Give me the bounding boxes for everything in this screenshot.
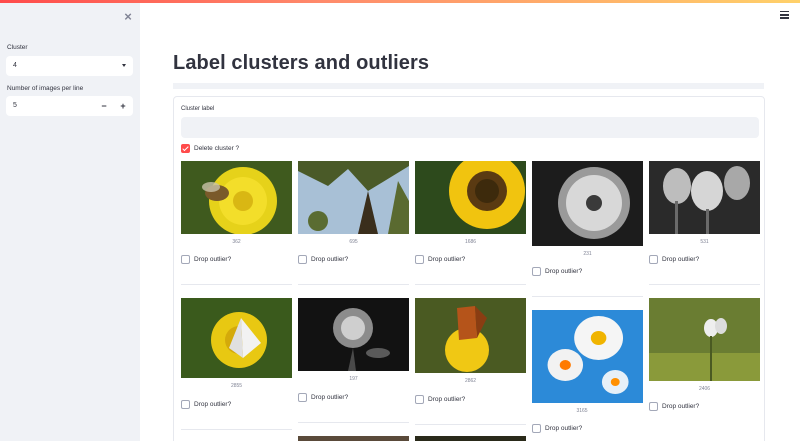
delete-cluster-checkbox[interactable] bbox=[181, 144, 190, 153]
image-id-caption: 197 bbox=[349, 376, 358, 382]
cluster-form: Cluster label Delete cluster ? 362 Drop … bbox=[173, 96, 765, 441]
close-sidebar-button[interactable]: × bbox=[121, 10, 135, 24]
image-id-caption: 2862 bbox=[464, 378, 477, 384]
image-2406 bbox=[649, 298, 760, 381]
caret-down-icon bbox=[122, 64, 126, 67]
image-partial bbox=[298, 436, 409, 441]
divider bbox=[415, 284, 526, 285]
divider bbox=[532, 296, 643, 297]
image-362 bbox=[181, 161, 292, 234]
drop-outlier-label: Drop outlier? bbox=[428, 256, 466, 263]
drop-outlier-checkbox[interactable] bbox=[181, 255, 190, 264]
per-line-label: Number of images per line bbox=[7, 85, 84, 92]
divider bbox=[649, 284, 760, 285]
drop-outlier-checkbox[interactable] bbox=[532, 267, 541, 276]
drop-outlier-label: Drop outlier? bbox=[194, 256, 232, 263]
image-id-caption: 531 bbox=[700, 239, 709, 245]
decrement-button[interactable]: − bbox=[95, 96, 113, 116]
image-id-caption: 695 bbox=[349, 239, 358, 245]
image-partial bbox=[415, 436, 526, 441]
hamburger-menu-icon[interactable] bbox=[780, 11, 789, 19]
divider bbox=[181, 284, 292, 285]
drop-outlier-label: Drop outlier? bbox=[662, 403, 700, 410]
image-695 bbox=[298, 161, 409, 234]
drop-outlier-label: Drop outlier? bbox=[194, 401, 232, 408]
drop-outlier-label: Drop outlier? bbox=[311, 394, 349, 401]
per-line-number-input[interactable]: 5 − + bbox=[6, 96, 133, 116]
per-line-value: 5 bbox=[13, 102, 17, 109]
drop-outlier-label: Drop outlier? bbox=[545, 425, 583, 432]
image-id-caption: 231 bbox=[583, 251, 592, 257]
cluster-label-input[interactable] bbox=[181, 117, 759, 138]
drop-outlier-checkbox[interactable] bbox=[649, 402, 658, 411]
drop-outlier-label: Drop outlier? bbox=[311, 256, 349, 263]
drop-outlier-checkbox[interactable] bbox=[298, 393, 307, 402]
drop-outlier-checkbox[interactable] bbox=[415, 255, 424, 264]
divider bbox=[298, 422, 409, 423]
image-id-caption: 3165 bbox=[576, 408, 588, 414]
image-id-caption: 362 bbox=[232, 239, 241, 245]
drop-outlier-checkbox[interactable] bbox=[181, 400, 190, 409]
image-id-caption: 2855 bbox=[230, 383, 243, 389]
progress-strip bbox=[173, 83, 764, 89]
drop-outlier-checkbox[interactable] bbox=[532, 424, 541, 433]
cluster-label-field-label: Cluster label bbox=[181, 106, 215, 112]
divider bbox=[415, 424, 526, 425]
image-2855 bbox=[181, 298, 292, 378]
drop-outlier-label: Drop outlier? bbox=[428, 396, 466, 403]
divider bbox=[181, 429, 292, 430]
drop-outlier-checkbox[interactable] bbox=[649, 255, 658, 264]
cluster-select[interactable]: 4 bbox=[6, 56, 133, 76]
drop-outlier-label: Drop outlier? bbox=[545, 268, 583, 275]
delete-cluster-label: Delete cluster ? bbox=[194, 145, 240, 152]
drop-outlier-label: Drop outlier? bbox=[662, 256, 700, 263]
cluster-select-value: 4 bbox=[13, 62, 17, 69]
increment-button[interactable]: + bbox=[114, 96, 132, 116]
image-531 bbox=[649, 161, 760, 234]
image-id-caption: 2406 bbox=[698, 386, 711, 392]
image-3165 bbox=[532, 310, 643, 403]
image-231 bbox=[532, 161, 643, 246]
image-id-caption: 1686 bbox=[464, 239, 477, 245]
page-title: Label clusters and outliers bbox=[173, 52, 430, 74]
drop-outlier-checkbox[interactable] bbox=[298, 255, 307, 264]
divider bbox=[298, 284, 409, 285]
sidebar: × Cluster 4 Number of images per line 5 … bbox=[0, 3, 140, 441]
image-2862 bbox=[415, 298, 526, 373]
image-197 bbox=[298, 298, 409, 371]
image-1686 bbox=[415, 161, 526, 234]
drop-outlier-checkbox[interactable] bbox=[415, 395, 424, 404]
cluster-select-label: Cluster bbox=[7, 44, 28, 51]
